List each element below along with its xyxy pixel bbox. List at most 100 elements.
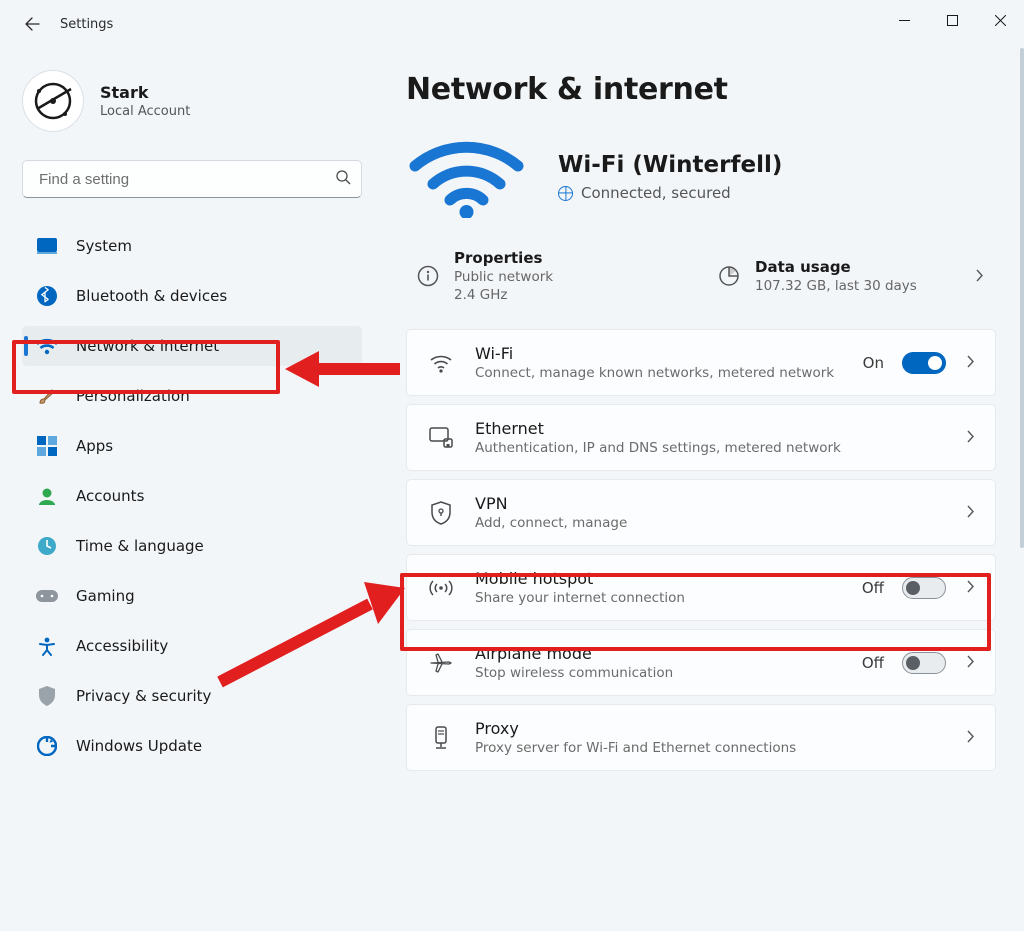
card-vpn[interactable]: VPN Add, connect, manage (406, 479, 996, 546)
apps-icon (36, 435, 58, 457)
sidebar-item-accessibility[interactable]: Accessibility (22, 626, 362, 666)
user-avatar (22, 70, 84, 132)
network-status-text: Connected, secured (581, 184, 731, 202)
card-subtitle: Proxy server for Wi-Fi and Ethernet conn… (475, 740, 944, 756)
toggle-label: Off (862, 579, 884, 597)
properties-card[interactable]: Properties Public network 2.4 GHz (406, 247, 695, 305)
search-icon (335, 169, 351, 189)
card-subtitle: Connect, manage known networks, metered … (475, 365, 843, 381)
data-usage-icon (717, 264, 741, 288)
system-icon (36, 235, 58, 257)
gamepad-icon (36, 585, 58, 607)
window-maximize-button[interactable] (928, 0, 976, 40)
card-hotspot[interactable]: Mobile hotspot Share your internet conne… (406, 554, 996, 621)
sidebar-item-personalization[interactable]: Personalization (22, 376, 362, 416)
card-title: Ethernet (475, 419, 944, 438)
chevron-right-icon (964, 578, 977, 597)
info-icon (416, 264, 440, 288)
chevron-right-icon (964, 353, 977, 372)
card-title: Wi-Fi (475, 344, 843, 363)
card-title: Proxy (475, 719, 944, 738)
airplane-icon (427, 649, 455, 677)
window-close-button[interactable] (976, 0, 1024, 40)
network-status: Connected, secured (558, 184, 782, 202)
back-button[interactable] (16, 8, 48, 40)
sidebar-item-time[interactable]: Time & language (22, 526, 362, 566)
window-minimize-button[interactable] (880, 0, 928, 40)
user-name: Stark (100, 83, 190, 102)
app-title: Settings (60, 17, 113, 32)
ethernet-icon (427, 424, 455, 452)
sidebar-item-accounts[interactable]: Accounts (22, 476, 362, 516)
sidebar-item-label: Accounts (76, 487, 144, 505)
chevron-right-icon (973, 267, 986, 286)
accessibility-icon (36, 635, 58, 657)
card-title: Airplane mode (475, 644, 842, 663)
sidebar-item-apps[interactable]: Apps (22, 426, 362, 466)
card-subtitle: Add, connect, manage (475, 515, 944, 531)
hotspot-toggle[interactable] (902, 577, 946, 599)
network-name: Wi-Fi (Winterfell) (558, 152, 782, 178)
sidebar-item-system[interactable]: System (22, 226, 362, 266)
data-usage-line1: 107.32 GB, last 30 days (755, 278, 917, 294)
search-box[interactable] (22, 160, 362, 198)
data-usage-heading: Data usage (755, 258, 917, 276)
card-subtitle: Share your internet connection (475, 590, 842, 606)
chevron-right-icon (964, 503, 977, 522)
update-icon (36, 735, 58, 757)
large-wifi-icon (406, 137, 526, 217)
scrollbar[interactable] (1020, 48, 1024, 548)
sidebar-item-privacy[interactable]: Privacy & security (22, 676, 362, 716)
card-wifi[interactable]: Wi-Fi Connect, manage known networks, me… (406, 329, 996, 396)
card-subtitle: Stop wireless communication (475, 665, 842, 681)
sidebar-item-label: Bluetooth & devices (76, 287, 227, 305)
chevron-right-icon (964, 428, 977, 447)
user-account-type: Local Account (100, 104, 190, 119)
globe-icon (558, 186, 573, 201)
toggle-label: On (863, 354, 884, 372)
paintbrush-icon (36, 385, 58, 407)
search-input[interactable] (37, 170, 335, 189)
person-icon (36, 485, 58, 507)
card-title: Mobile hotspot (475, 569, 842, 588)
airplane-toggle[interactable] (902, 652, 946, 674)
chevron-right-icon (964, 653, 977, 672)
properties-line1: Public network (454, 269, 553, 285)
clock-globe-icon (36, 535, 58, 557)
vpn-shield-icon (427, 499, 455, 527)
card-ethernet[interactable]: Ethernet Authentication, IP and DNS sett… (406, 404, 996, 471)
chevron-right-icon (964, 728, 977, 747)
sidebar-item-label: Windows Update (76, 737, 202, 755)
wifi-toggle[interactable] (902, 352, 946, 374)
sidebar-item-label: System (76, 237, 132, 255)
sidebar-nav: System Bluetooth & devices Network & int… (22, 226, 362, 766)
wifi-icon (427, 349, 455, 377)
sidebar-item-update[interactable]: Windows Update (22, 726, 362, 766)
wifi-icon (36, 335, 58, 357)
card-subtitle: Authentication, IP and DNS settings, met… (475, 440, 944, 456)
bluetooth-icon (36, 285, 58, 307)
sidebar-item-label: Personalization (76, 387, 190, 405)
sidebar-item-label: Accessibility (76, 637, 168, 655)
sidebar-item-label: Network & internet (76, 337, 219, 355)
title-bar: Settings (0, 0, 1024, 48)
properties-heading: Properties (454, 249, 553, 267)
sidebar-item-label: Privacy & security (76, 687, 211, 705)
proxy-icon (427, 724, 455, 752)
page-title: Network & internet (406, 72, 996, 107)
sidebar-item-bluetooth[interactable]: Bluetooth & devices (22, 276, 362, 316)
shield-icon (36, 685, 58, 707)
card-title: VPN (475, 494, 944, 513)
sidebar-item-label: Gaming (76, 587, 135, 605)
properties-line2: 2.4 GHz (454, 287, 553, 303)
card-proxy[interactable]: Proxy Proxy server for Wi-Fi and Etherne… (406, 704, 996, 771)
sidebar-item-label: Apps (76, 437, 113, 455)
data-usage-card[interactable]: Data usage 107.32 GB, last 30 days (707, 247, 996, 305)
hotspot-icon (427, 574, 455, 602)
sidebar-item-network[interactable]: Network & internet (22, 326, 362, 366)
user-block[interactable]: Stark Local Account (22, 70, 368, 132)
sidebar-item-label: Time & language (76, 537, 204, 555)
toggle-label: Off (862, 654, 884, 672)
sidebar-item-gaming[interactable]: Gaming (22, 576, 362, 616)
card-airplane[interactable]: Airplane mode Stop wireless communicatio… (406, 629, 996, 696)
